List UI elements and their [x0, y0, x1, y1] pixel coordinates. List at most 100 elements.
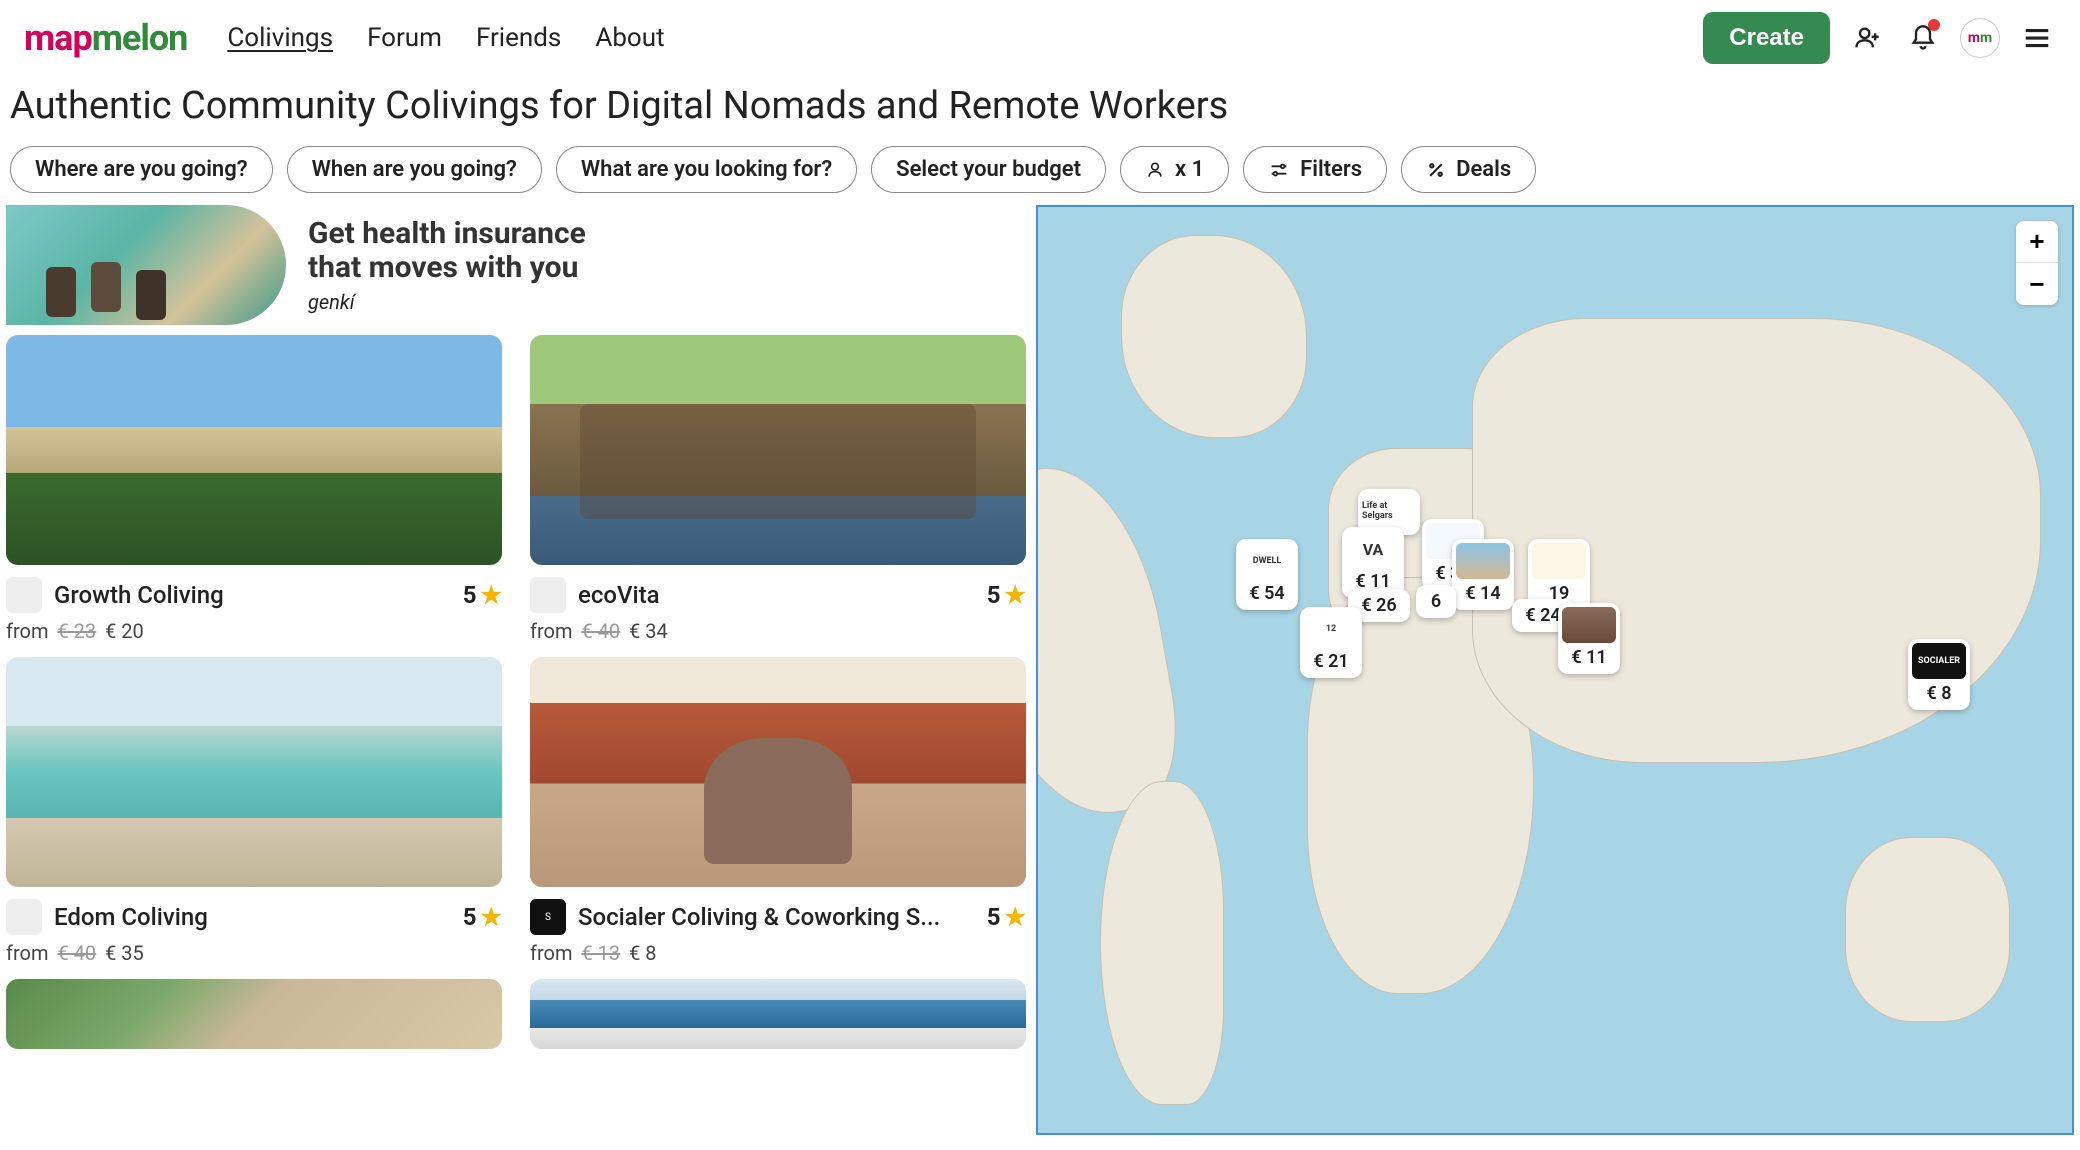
notifications-icon[interactable]	[1904, 19, 1942, 57]
listing-logo	[530, 577, 566, 613]
map-marker[interactable]: € 11	[1558, 603, 1620, 674]
promo-line1: Get health insurance	[308, 217, 586, 252]
zoom-out-button[interactable]: −	[2016, 263, 2058, 305]
map-marker[interactable]: SOCIALER € 8	[1908, 639, 1970, 710]
logo-part-map: map	[24, 17, 92, 59]
percent-icon	[1426, 160, 1446, 180]
header: mapmelon Colivings Forum Friends About C…	[0, 0, 2080, 76]
listing-card[interactable]: ecoVita 5★ from € 40 € 34	[530, 335, 1026, 643]
star-icon: ★	[480, 903, 502, 931]
listing-header-row: S Socialer Coliving & Coworking S... 5★	[530, 899, 1026, 935]
map-marker[interactable]: 12 € 21	[1300, 607, 1362, 678]
filter-where[interactable]: Where are you going?	[10, 146, 273, 193]
marker-image	[1562, 607, 1616, 643]
listing-card[interactable]	[6, 979, 502, 1049]
listing-image	[530, 657, 1026, 887]
map[interactable]: + − Life at Selgars € 34 DWELL € 54 VA €…	[1036, 205, 2074, 1135]
marker-label: 12	[1304, 611, 1358, 647]
zoom-in-button[interactable]: +	[2016, 221, 2058, 263]
promo-image	[6, 205, 286, 325]
map-marker[interactable]: € 14	[1452, 539, 1514, 610]
add-user-icon[interactable]	[1848, 19, 1886, 57]
listing-name: Socialer Coliving & Coworking S...	[578, 903, 975, 931]
map-landmass	[1100, 781, 1224, 1105]
listing-price: from € 13 € 8	[530, 941, 1026, 965]
filter-when[interactable]: When are you going?	[287, 146, 542, 193]
marker-price: € 14	[1461, 581, 1504, 606]
listing-logo	[6, 899, 42, 935]
marker-price: € 11	[1567, 645, 1610, 670]
listing-name: ecoVita	[578, 581, 975, 609]
page-title: Authentic Community Colivings for Digita…	[0, 76, 2080, 146]
filter-budget[interactable]: Select your budget	[871, 146, 1106, 193]
promo-brand: genkí	[308, 290, 586, 314]
nav-forum[interactable]: Forum	[367, 23, 442, 53]
filter-what[interactable]: What are you looking for?	[556, 146, 857, 193]
listing-card[interactable]: S Socialer Coliving & Coworking S... 5★ …	[530, 657, 1026, 965]
listings-grid: Growth Coliving 5★ from € 23 € 20 ecoVit…	[6, 335, 1026, 1049]
listing-logo: S	[530, 899, 566, 935]
marker-price: 6	[1427, 589, 1445, 614]
promo-banner[interactable]: Get health insurance that moves with you…	[6, 205, 1026, 325]
sliders-icon	[1268, 159, 1290, 181]
zoom-control: + −	[2016, 221, 2058, 305]
notification-dot	[1928, 19, 1940, 31]
filter-bar: Where are you going? When are you going?…	[0, 146, 2080, 205]
listing-header-row: Growth Coliving 5★	[6, 577, 502, 613]
map-landmass	[1845, 837, 2010, 1022]
listing-image	[530, 979, 1026, 1049]
marker-price: € 8	[1922, 681, 1955, 706]
nav-about[interactable]: About	[595, 23, 664, 53]
listing-image	[530, 335, 1026, 565]
listing-price: from € 40 € 35	[6, 941, 502, 965]
nav-colivings[interactable]: Colivings	[227, 23, 333, 53]
marker-price: € 21	[1309, 649, 1352, 674]
listings-column: Get health insurance that moves with you…	[6, 205, 1026, 1135]
avatar[interactable]: mm	[1960, 18, 2000, 58]
header-right: Create mm	[1703, 12, 2056, 64]
marker-label: SOCIALER	[1912, 643, 1966, 679]
listing-rating: 5★	[463, 581, 502, 609]
marker-image	[1456, 543, 1510, 579]
create-button[interactable]: Create	[1703, 12, 1830, 64]
marker-image	[1532, 543, 1586, 579]
listing-rating: 5★	[463, 903, 502, 931]
nav-friends[interactable]: Friends	[476, 23, 561, 53]
listing-card[interactable]: Edom Coliving 5★ from € 40 € 35	[6, 657, 502, 965]
filter-filters-label: Filters	[1300, 157, 1362, 182]
logo[interactable]: mapmelon	[24, 17, 187, 59]
marker-label: DWELL	[1240, 543, 1294, 579]
map-landmass	[1121, 235, 1307, 439]
listing-price: from € 40 € 34	[530, 619, 1026, 643]
marker-price: € 54	[1245, 581, 1288, 606]
listing-header-row: Edom Coliving 5★	[6, 899, 502, 935]
listing-name: Edom Coliving	[54, 903, 451, 931]
promo-line2: that moves with you	[308, 251, 586, 286]
listing-header-row: ecoVita 5★	[530, 577, 1026, 613]
listing-image	[6, 657, 502, 887]
star-icon: ★	[1004, 581, 1026, 609]
listing-card[interactable]: Growth Coliving 5★ from € 23 € 20	[6, 335, 502, 643]
nav: Colivings Forum Friends About	[227, 23, 664, 53]
map-marker[interactable]: VA € 11	[1342, 527, 1404, 598]
filter-guests[interactable]: x 1	[1120, 146, 1229, 193]
filter-deals[interactable]: Deals	[1401, 146, 1536, 193]
listing-image	[6, 979, 502, 1049]
avatar-m2: m	[1980, 30, 1992, 46]
listing-price: from € 23 € 20	[6, 619, 502, 643]
map-landmass	[1036, 453, 1191, 832]
map-marker[interactable]: 6	[1416, 585, 1456, 618]
marker-price: € 26	[1357, 593, 1400, 618]
menu-icon[interactable]	[2018, 19, 2056, 57]
listing-rating: 5★	[987, 903, 1026, 931]
filter-guests-label: x 1	[1175, 157, 1204, 182]
listing-name: Growth Coliving	[54, 581, 451, 609]
logo-part-melon: melon	[92, 17, 188, 59]
avatar-m1: m	[1968, 30, 1980, 46]
listing-card[interactable]	[530, 979, 1026, 1049]
marker-label: Life at Selgars	[1362, 493, 1416, 529]
map-marker[interactable]: DWELL € 54	[1236, 539, 1298, 610]
listing-rating: 5★	[987, 581, 1026, 609]
star-icon: ★	[480, 581, 502, 609]
filter-filters[interactable]: Filters	[1243, 146, 1387, 193]
